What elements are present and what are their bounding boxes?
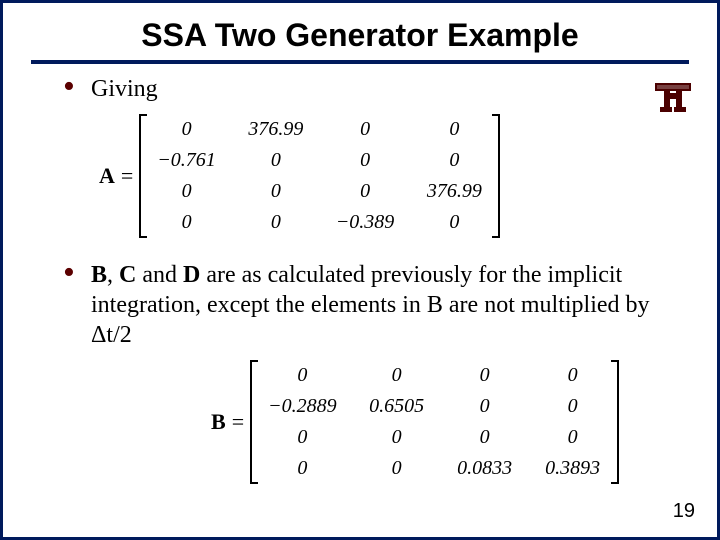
A-r2c3: 376.99 [410,176,499,207]
B-r2c3: 0 [529,422,618,453]
bullet-1-text: Giving [91,76,158,102]
B-r1c3: 0 [529,391,618,422]
B-r1c2: 0 [441,391,529,422]
tamu-logo-icon [653,79,693,120]
matrix-A: A = 0 376.99 0 0 −0.761 [99,114,500,238]
equals-sign: = [121,162,133,190]
A-r3c0: 0 [140,207,232,238]
B-r2c0: 0 [251,422,353,453]
slide-content: Giving A = 0 376.99 0 0 [3,64,717,488]
B-r0c2: 0 [441,360,529,391]
A-r3c1: 0 [232,207,320,238]
A-r2c2: 0 [320,176,411,207]
page-number: 19 [673,500,695,523]
A-r2c1: 0 [232,176,320,207]
A-r1c2: 0 [320,145,411,176]
matrix-B-table: 0 0 0 0 −0.2889 0.6505 0 0 [250,360,619,484]
B-r0c3: 0 [529,360,618,391]
slide-title: SSA Two Generator Example [43,17,677,54]
matrix-A-label: A [99,162,115,190]
matrix-B-label: B [211,408,226,436]
bullet-list: Giving A = 0 376.99 0 0 [63,74,657,488]
bullet-2-text: B, C and D are as calculated previously … [91,262,650,348]
A-r0c2: 0 [320,114,411,145]
A-r1c1: 0 [232,145,320,176]
B-r3c0: 0 [251,453,353,484]
bullet-item-1: Giving A = 0 376.99 0 0 [63,74,657,242]
A-r0c1: 376.99 [232,114,320,145]
B-r2c1: 0 [353,422,441,453]
B-r3c3: 0.3893 [529,453,618,484]
A-r0c3: 0 [410,114,499,145]
B-r1c0: −0.2889 [251,391,353,422]
B-r1c1: 0.6505 [353,391,441,422]
B-r3c2: 0.0833 [441,453,529,484]
B-r2c2: 0 [441,422,529,453]
bullet-item-2: B, C and D are as calculated previously … [63,260,657,488]
A-r3c2: −0.389 [320,207,411,238]
matrix-A-table: 0 376.99 0 0 −0.761 0 0 0 [139,114,500,238]
equals-sign-b: = [232,408,244,436]
B-r3c1: 0 [353,453,441,484]
A-r3c3: 0 [410,207,499,238]
slide-frame: SSA Two Generator Example Giving A = [0,0,720,540]
B-r0c1: 0 [353,360,441,391]
A-r1c0: −0.761 [140,145,232,176]
B-r0c0: 0 [251,360,353,391]
A-r1c3: 0 [410,145,499,176]
A-r2c0: 0 [140,176,232,207]
matrix-B: B = 0 0 0 0 −0.2889 [211,360,619,484]
A-r0c0: 0 [140,114,232,145]
